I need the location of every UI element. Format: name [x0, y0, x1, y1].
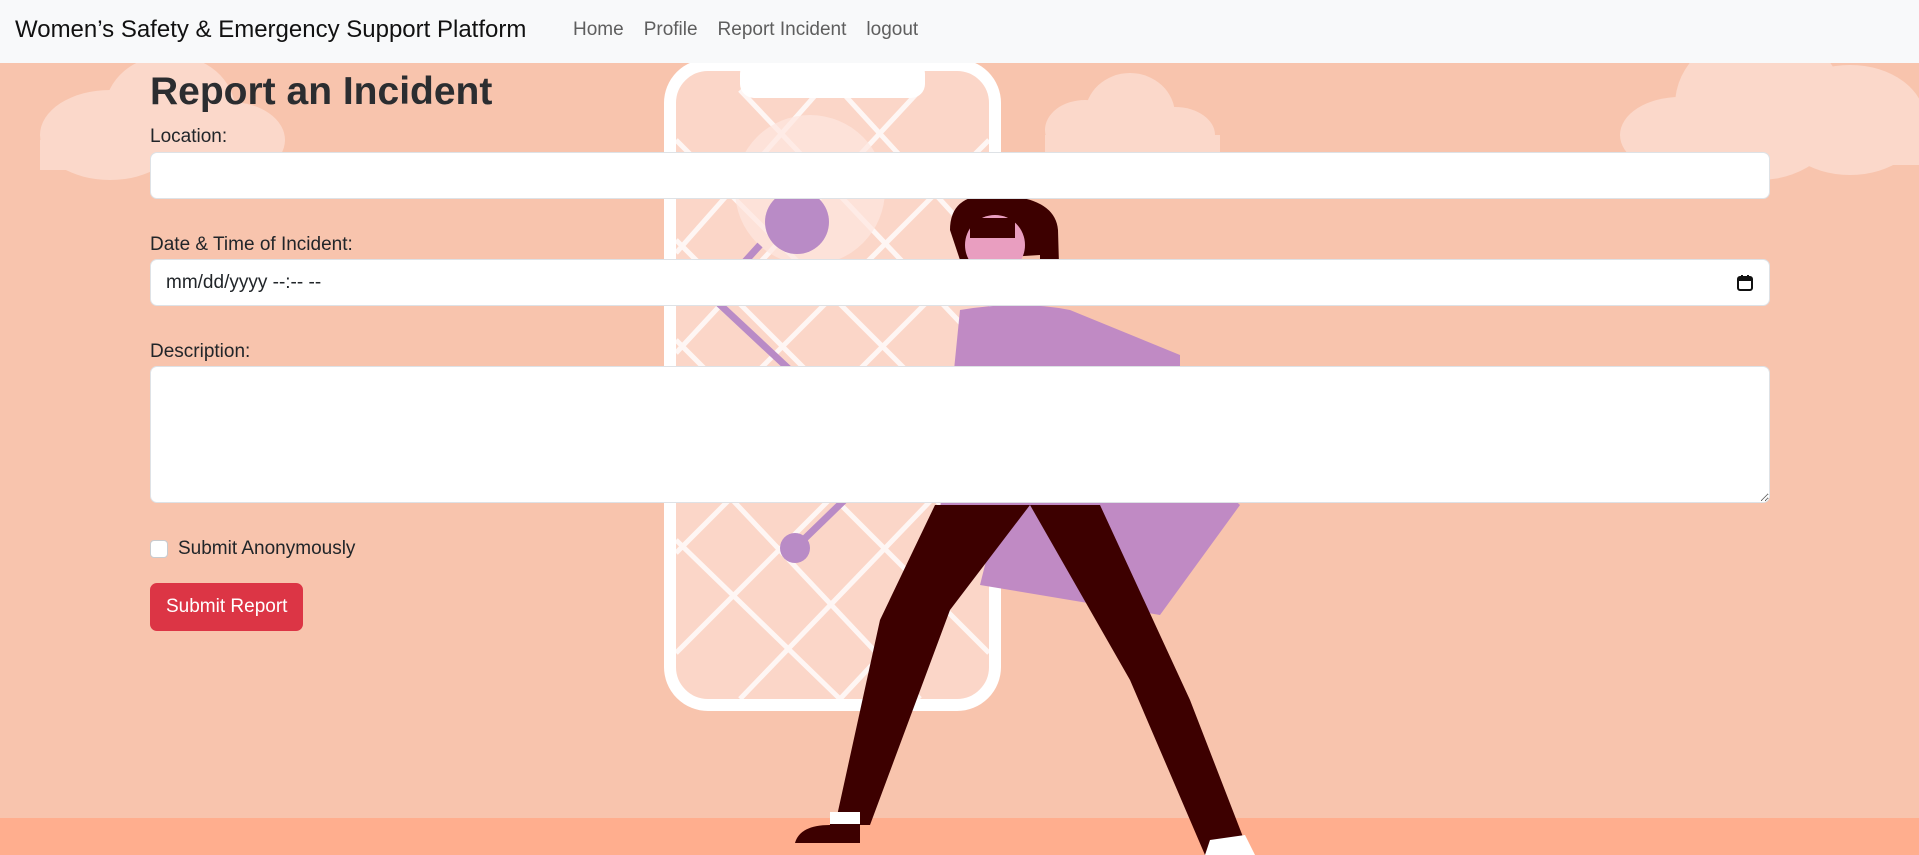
nav-link-report-incident[interactable]: Report Incident	[708, 18, 857, 42]
location-label: Location:	[150, 126, 228, 147]
brand-link[interactable]: Women’s Safety & Emergency Support Platf…	[15, 15, 526, 45]
page-title: Report an Incident	[150, 70, 493, 113]
nav-link-profile[interactable]: Profile	[634, 18, 708, 42]
anonymous-option: Submit Anonymously	[150, 537, 355, 561]
top-navbar: Women’s Safety & Emergency Support Platf…	[0, 0, 1919, 63]
anonymous-checkbox[interactable]	[150, 540, 168, 558]
description-textarea[interactable]	[150, 366, 1770, 503]
nav-links: Home Profile Report Incident logout	[563, 18, 928, 42]
datetime-input[interactable]: mm/dd/yyyy --:-- --	[150, 259, 1770, 306]
calendar-icon[interactable]	[1736, 274, 1754, 292]
datetime-placeholder: mm/dd/yyyy --:-- --	[166, 271, 322, 293]
anonymous-label[interactable]: Submit Anonymously	[178, 537, 355, 561]
nav-link-home[interactable]: Home	[563, 18, 634, 42]
location-input[interactable]	[150, 152, 1770, 199]
nav-link-logout[interactable]: logout	[856, 18, 928, 42]
description-label: Description:	[150, 341, 251, 362]
datetime-label: Date & Time of Incident:	[150, 234, 353, 255]
submit-report-button[interactable]: Submit Report	[150, 583, 304, 631]
